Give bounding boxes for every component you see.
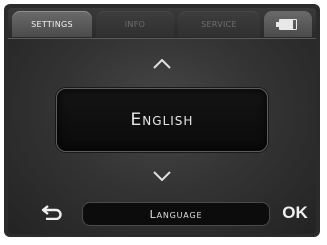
tab-settings[interactable]: Settings <box>12 11 92 37</box>
chevron-down-icon <box>153 171 171 181</box>
tab-bar: Settings Info Service <box>8 8 316 39</box>
scroll-up-button[interactable] <box>148 54 176 74</box>
screen: Settings Info Service English <box>8 8 316 234</box>
battery-icon <box>276 18 297 30</box>
selected-value-display[interactable]: English <box>56 88 268 152</box>
menu-label: Language <box>149 207 203 221</box>
tab-info[interactable]: Info <box>96 11 174 37</box>
back-arrow-icon <box>41 205 62 220</box>
tab-battery[interactable] <box>264 11 312 37</box>
tab-service[interactable]: Service <box>178 11 260 37</box>
ok-button[interactable]: OK <box>278 201 312 225</box>
chevron-up-icon <box>153 59 171 69</box>
device-frame: Settings Info Service English <box>4 4 320 237</box>
menu-label-bar: Language <box>82 202 270 226</box>
back-button[interactable] <box>38 200 66 224</box>
scroll-down-button[interactable] <box>148 166 176 186</box>
selected-language: English <box>130 110 194 130</box>
